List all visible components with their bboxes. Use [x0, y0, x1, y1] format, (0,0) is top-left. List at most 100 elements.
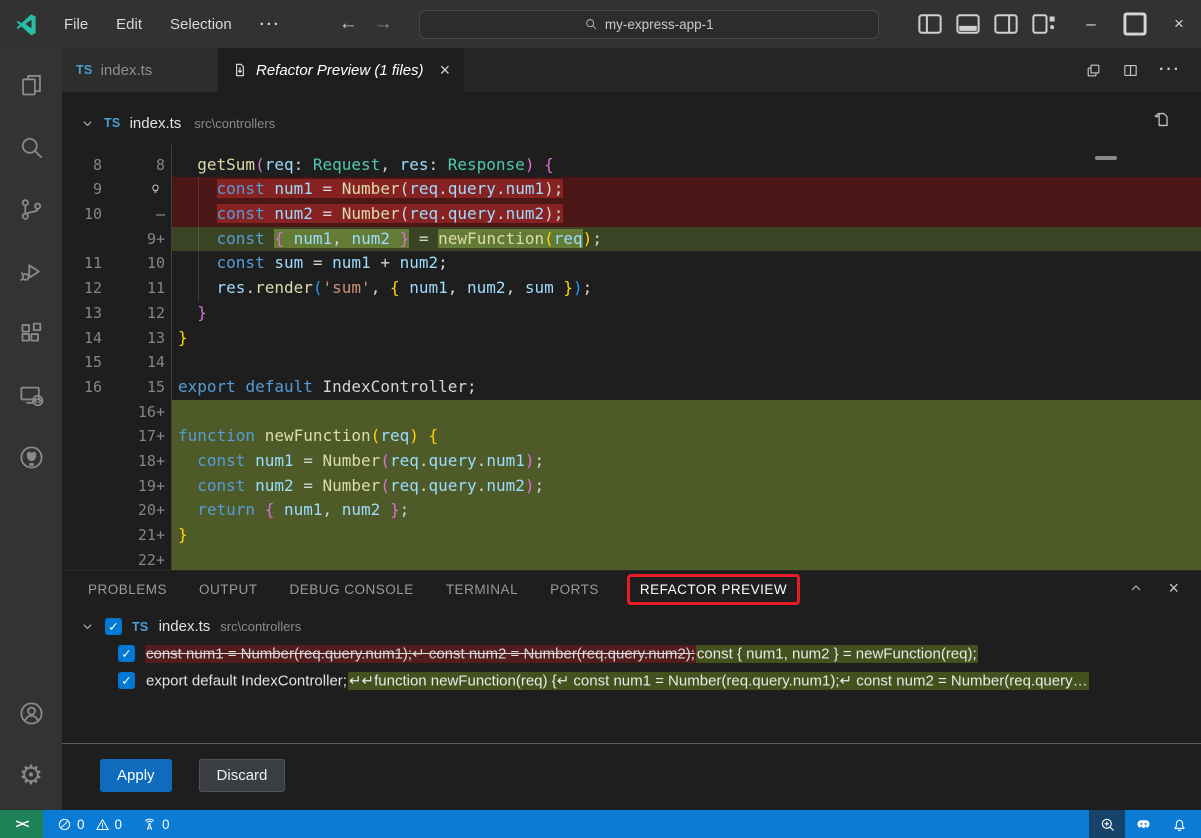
open-changes-icon[interactable]	[1085, 62, 1102, 79]
vscode-window: { "titlebar": { "menus": ["File", "Edit"…	[0, 0, 1201, 838]
toggle-sidebar-icon[interactable]	[915, 9, 945, 39]
maximize-panel-icon[interactable]	[1128, 580, 1144, 596]
code-line[interactable]: 1514	[62, 350, 1201, 375]
ports-status[interactable]: 0	[142, 817, 170, 832]
tree-file-name: index.ts	[159, 618, 211, 635]
panel-tab-output[interactable]: OUTPUT	[199, 582, 258, 597]
tree-row-change[interactable]: ✓ export default IndexController;↵↵functi…	[62, 667, 1201, 694]
menu-more-icon[interactable]: ···	[250, 12, 291, 37]
panel-tab-debug-console[interactable]: DEBUG CONSOLE	[290, 582, 414, 597]
code-line[interactable]: 20+ return { num1, num2 };	[62, 498, 1201, 523]
explorer-icon[interactable]	[7, 60, 55, 110]
source-control-icon[interactable]	[7, 184, 55, 234]
change-text: export default IndexController;↵↵functio…	[145, 672, 1089, 690]
panel-tab-refactor-preview[interactable]: REFACTOR PREVIEW	[627, 574, 800, 605]
menu-file[interactable]: File	[54, 12, 98, 37]
new-line-number: 20+	[114, 498, 172, 523]
code-text: }	[172, 326, 1201, 351]
problems-status[interactable]: 0 0	[57, 817, 122, 832]
code-text: const sum = num1 + num2;	[172, 251, 1201, 276]
change-checkbox[interactable]: ✓	[105, 618, 122, 635]
code-line[interactable]: 19+ const num2 = Number(req.query.num2);	[62, 474, 1201, 499]
search-sidebar-icon[interactable]	[7, 122, 55, 172]
code-text: res.render('sum', { num1, num2, sum });	[172, 276, 1201, 301]
code-text: const num2 = Number(req.query.num2);	[172, 474, 1201, 499]
refactor-preview-tree: ✓TSindex.tssrc\controllers✓const num1 = …	[62, 608, 1201, 694]
minimize-button[interactable]: –	[1069, 0, 1113, 48]
old-line-number	[62, 548, 114, 570]
close-panel-icon[interactable]: ×	[1168, 580, 1179, 596]
new-line-number: 19+	[114, 474, 172, 499]
change-checkbox[interactable]: ✓	[118, 645, 135, 662]
close-tab-icon[interactable]: ×	[440, 60, 451, 81]
panel-tab-bar: PROBLEMS OUTPUT DEBUG CONSOLE TERMINAL PORTS…	[62, 571, 1201, 608]
split-editor-icon[interactable]	[1122, 62, 1139, 79]
code-line[interactable]: 1615export default IndexController;	[62, 375, 1201, 400]
tab-refactor-preview[interactable]: Refactor Preview (1 files) ×	[218, 48, 464, 92]
forward-arrow-icon[interactable]: →	[374, 13, 393, 35]
maximize-button[interactable]	[1113, 0, 1157, 48]
expand-chevron-icon[interactable]	[80, 619, 95, 634]
customize-layout-icon[interactable]	[1029, 9, 1059, 39]
copilot-status[interactable]	[1125, 810, 1161, 838]
apply-button[interactable]: Apply	[100, 759, 172, 792]
command-center-search[interactable]: my-express-app-1	[419, 10, 879, 39]
code-line[interactable]: 22+	[62, 548, 1201, 570]
collapse-chevron-icon[interactable]	[80, 116, 95, 131]
change-checkbox[interactable]: ✓	[118, 672, 135, 689]
old-line-number: 7	[62, 145, 114, 153]
notifications-status[interactable]	[1161, 810, 1197, 838]
tree-row-change[interactable]: ✓const num1 = Number(req.query.num1);↵ c…	[62, 640, 1201, 667]
code-line[interactable]: 9 const num1 = Number(req.query.num1);	[62, 177, 1201, 202]
code-line[interactable]: 1211 res.render('sum', { num1, num2, sum…	[62, 276, 1201, 301]
panel-tab-ports[interactable]: PORTS	[550, 582, 599, 597]
run-and-debug-icon[interactable]	[7, 246, 55, 296]
code-line[interactable]: 1110 const sum = num1 + num2;	[62, 251, 1201, 276]
vscode-logo-icon	[14, 12, 38, 36]
github-icon[interactable]	[7, 432, 55, 482]
settings-gear-icon[interactable]: ⚙	[7, 750, 55, 800]
code-line[interactable]: 88 getSum(req: Request, res: Response) {	[62, 153, 1201, 178]
search-value: my-express-app-1	[605, 17, 714, 32]
toggle-panel-icon[interactable]	[953, 9, 983, 39]
diff-file-header[interactable]: TS index.ts src\controllers	[62, 104, 1201, 142]
remote-icon: ><	[16, 817, 28, 832]
old-line-number: 8	[62, 153, 114, 178]
menu-edit[interactable]: Edit	[106, 12, 152, 37]
old-line-number	[62, 227, 114, 252]
panel-tab-terminal[interactable]: TERMINAL	[446, 582, 518, 597]
old-line-number	[62, 449, 114, 474]
back-arrow-icon[interactable]: ←	[339, 13, 358, 35]
close-button[interactable]: ×	[1157, 0, 1201, 48]
code-line[interactable]: 16+	[62, 400, 1201, 425]
code-line[interactable]: 77	[62, 145, 1201, 153]
remote-indicator[interactable]: ><	[0, 810, 43, 838]
open-file-icon[interactable]	[1152, 110, 1171, 129]
zoom-status[interactable]	[1089, 810, 1125, 838]
code-text	[172, 350, 1201, 375]
tab-index-ts[interactable]: TS index.ts	[62, 48, 218, 92]
toggle-secondary-sidebar-icon[interactable]	[991, 9, 1021, 39]
code-text: }	[172, 301, 1201, 326]
code-line[interactable]: 17+function newFunction(req) {	[62, 424, 1201, 449]
new-line-number: 11	[114, 276, 172, 301]
menu-selection[interactable]: Selection	[160, 12, 242, 37]
panel-tab-problems[interactable]: PROBLEMS	[88, 582, 167, 597]
remote-explorer-icon[interactable]	[7, 370, 55, 420]
radio-tower-icon	[142, 817, 157, 832]
code-line[interactable]: 1413}	[62, 326, 1201, 351]
discard-button[interactable]: Discard	[199, 759, 286, 792]
tree-row-file[interactable]: ✓TSindex.tssrc\controllers	[62, 613, 1201, 640]
code-line[interactable]: 1312 }	[62, 301, 1201, 326]
accounts-icon[interactable]	[7, 688, 55, 738]
diff-file-path: src\controllers	[194, 116, 275, 131]
code-line[interactable]: 21+}	[62, 523, 1201, 548]
code-line[interactable]: 9+ const { num1, num2 } = newFunction(re…	[62, 227, 1201, 252]
code-text	[172, 400, 1201, 425]
typescript-file-icon: TS	[132, 620, 149, 634]
code-line[interactable]: 18+ const num1 = Number(req.query.num1);	[62, 449, 1201, 474]
code-line[interactable]: 10— const num2 = Number(req.query.num2);	[62, 202, 1201, 227]
extensions-icon[interactable]	[7, 308, 55, 358]
lightbulb-icon[interactable]	[114, 177, 172, 202]
more-actions-icon[interactable]: ···	[1159, 61, 1181, 79]
